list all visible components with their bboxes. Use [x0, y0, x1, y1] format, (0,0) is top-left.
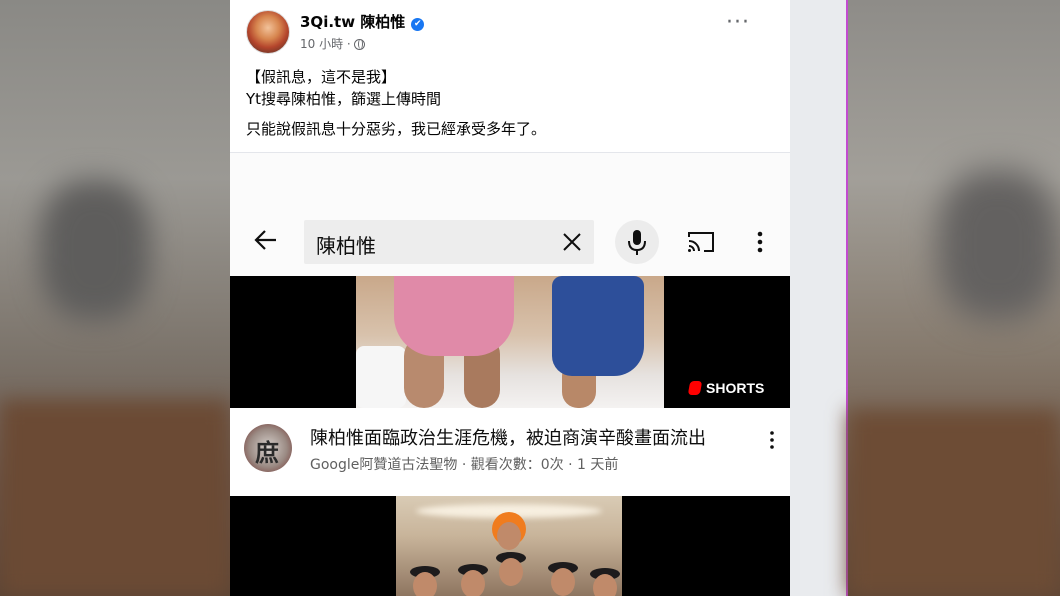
shorts-video-thumbnail[interactable]: SHORTS — [230, 276, 790, 408]
youtube-search-input[interactable]: 陳柏惟 — [304, 220, 594, 264]
voice-search-button[interactable] — [615, 220, 659, 264]
verified-badge-icon: ✔ — [411, 18, 425, 31]
video-options-icon[interactable] — [768, 430, 776, 450]
post-more-button[interactable]: ··· — [726, 12, 750, 34]
video-title[interactable]: 陳柏惟面臨政治生涯危機，被迫商演辛酸畫面流出 — [310, 424, 706, 450]
back-arrow-icon[interactable] — [252, 226, 280, 254]
shorts-label: SHORTS — [706, 380, 765, 396]
channel-avatar-glyph: 庶 — [255, 439, 279, 467]
thumbnail-image-2 — [396, 496, 622, 596]
microphone-icon — [628, 230, 646, 255]
search-query-text: 陳柏惟 — [316, 234, 376, 258]
thumbnail-image — [356, 276, 664, 408]
second-video-thumbnail[interactable] — [230, 496, 790, 596]
shorts-logo-icon — [687, 381, 703, 395]
video-info-row: 庶 陳柏惟面臨政治生涯危機，被迫商演辛酸畫面流出 Google阿贊道古法聖物 ·… — [230, 408, 790, 496]
page-gutter — [790, 0, 846, 596]
post-time-link[interactable]: 10 小時 · — [300, 37, 351, 51]
page-name-row: 3Qi.tw 陳柏惟 ✔ — [300, 11, 425, 32]
blurred-background-left — [0, 0, 230, 596]
post-line-2: Yt搜尋陳柏惟，篩選上傳時間 — [246, 90, 442, 108]
page-name-link[interactable]: 3Qi.tw 陳柏惟 — [300, 13, 405, 31]
shorts-badge: SHORTS — [685, 378, 770, 398]
facebook-post-card: 3Qi.tw 陳柏惟 ✔ 10 小時 · ··· 【假訊息，這不是我】 Yt搜尋陳… — [230, 0, 790, 596]
clear-search-icon[interactable] — [560, 230, 584, 254]
post-line-1: 【假訊息，這不是我】 — [246, 68, 397, 86]
channel-avatar[interactable]: 庶 — [244, 424, 292, 472]
globe-icon — [353, 39, 365, 50]
youtube-more-icon[interactable] — [754, 228, 766, 256]
video-meta: Google阿贊道古法聖物 · 觀看次數：0次 · 1 天前 — [310, 457, 619, 473]
blurred-background-right — [848, 0, 1060, 596]
page-avatar[interactable] — [246, 10, 290, 54]
post-header: 3Qi.tw 陳柏惟 ✔ 10 小時 · ··· — [246, 10, 776, 56]
post-body: 【假訊息，這不是我】 Yt搜尋陳柏惟，篩選上傳時間 只能說假訊息十分惡劣，我已經… — [246, 66, 546, 140]
cast-icon[interactable] — [686, 229, 716, 255]
post-line-3: 只能說假訊息十分惡劣，我已經承受多年了。 — [246, 120, 547, 138]
post-meta: 10 小時 · — [300, 35, 365, 52]
